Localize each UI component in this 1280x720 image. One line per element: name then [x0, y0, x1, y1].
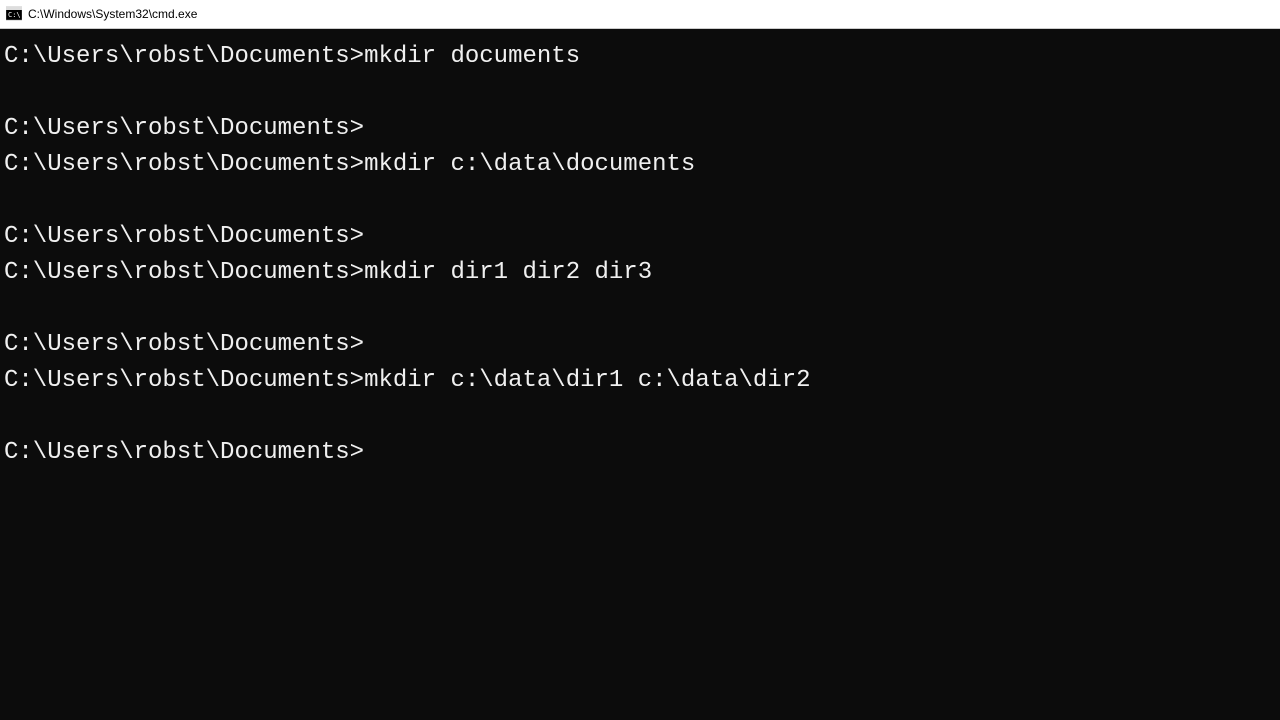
prompt: C:\Users\robst\Documents> [4, 151, 364, 178]
terminal-blank-line [4, 291, 1276, 327]
prompt: C:\Users\robst\Documents> [4, 439, 364, 466]
terminal-line: C:\Users\robst\Documents> [4, 111, 1276, 147]
terminal-blank-line [4, 75, 1276, 111]
prompt: C:\Users\robst\Documents> [4, 331, 364, 358]
title-bar: C:\ C:\Windows\System32\cmd.exe [0, 0, 1280, 29]
command-text: mkdir dir1 dir2 dir3 [364, 259, 652, 286]
prompt: C:\Users\robst\Documents> [4, 367, 364, 394]
command-text: mkdir documents [364, 43, 580, 70]
terminal-output[interactable]: C:\Users\robst\Documents>mkdir documents… [0, 29, 1280, 475]
terminal-line: C:\Users\robst\Documents> [4, 327, 1276, 363]
terminal-blank-line [4, 399, 1276, 435]
terminal-line: C:\Users\robst\Documents> [4, 435, 1276, 471]
command-text: mkdir c:\data\dir1 c:\data\dir2 [364, 367, 810, 394]
terminal-line: C:\Users\robst\Documents>mkdir dir1 dir2… [4, 255, 1276, 291]
window-title: C:\Windows\System32\cmd.exe [28, 7, 197, 21]
prompt: C:\Users\robst\Documents> [4, 223, 364, 250]
terminal-line: C:\Users\robst\Documents>mkdir c:\data\d… [4, 147, 1276, 183]
terminal-line: C:\Users\robst\Documents>mkdir c:\data\d… [4, 363, 1276, 399]
terminal-blank-line [4, 183, 1276, 219]
cmd-icon: C:\ [6, 6, 22, 22]
prompt: C:\Users\robst\Documents> [4, 115, 364, 142]
terminal-line: C:\Users\robst\Documents> [4, 219, 1276, 255]
svg-text:C:\: C:\ [8, 11, 21, 19]
prompt: C:\Users\robst\Documents> [4, 259, 364, 286]
prompt: C:\Users\robst\Documents> [4, 43, 364, 70]
command-text: mkdir c:\data\documents [364, 151, 695, 178]
terminal-line: C:\Users\robst\Documents>mkdir documents [4, 39, 1276, 75]
